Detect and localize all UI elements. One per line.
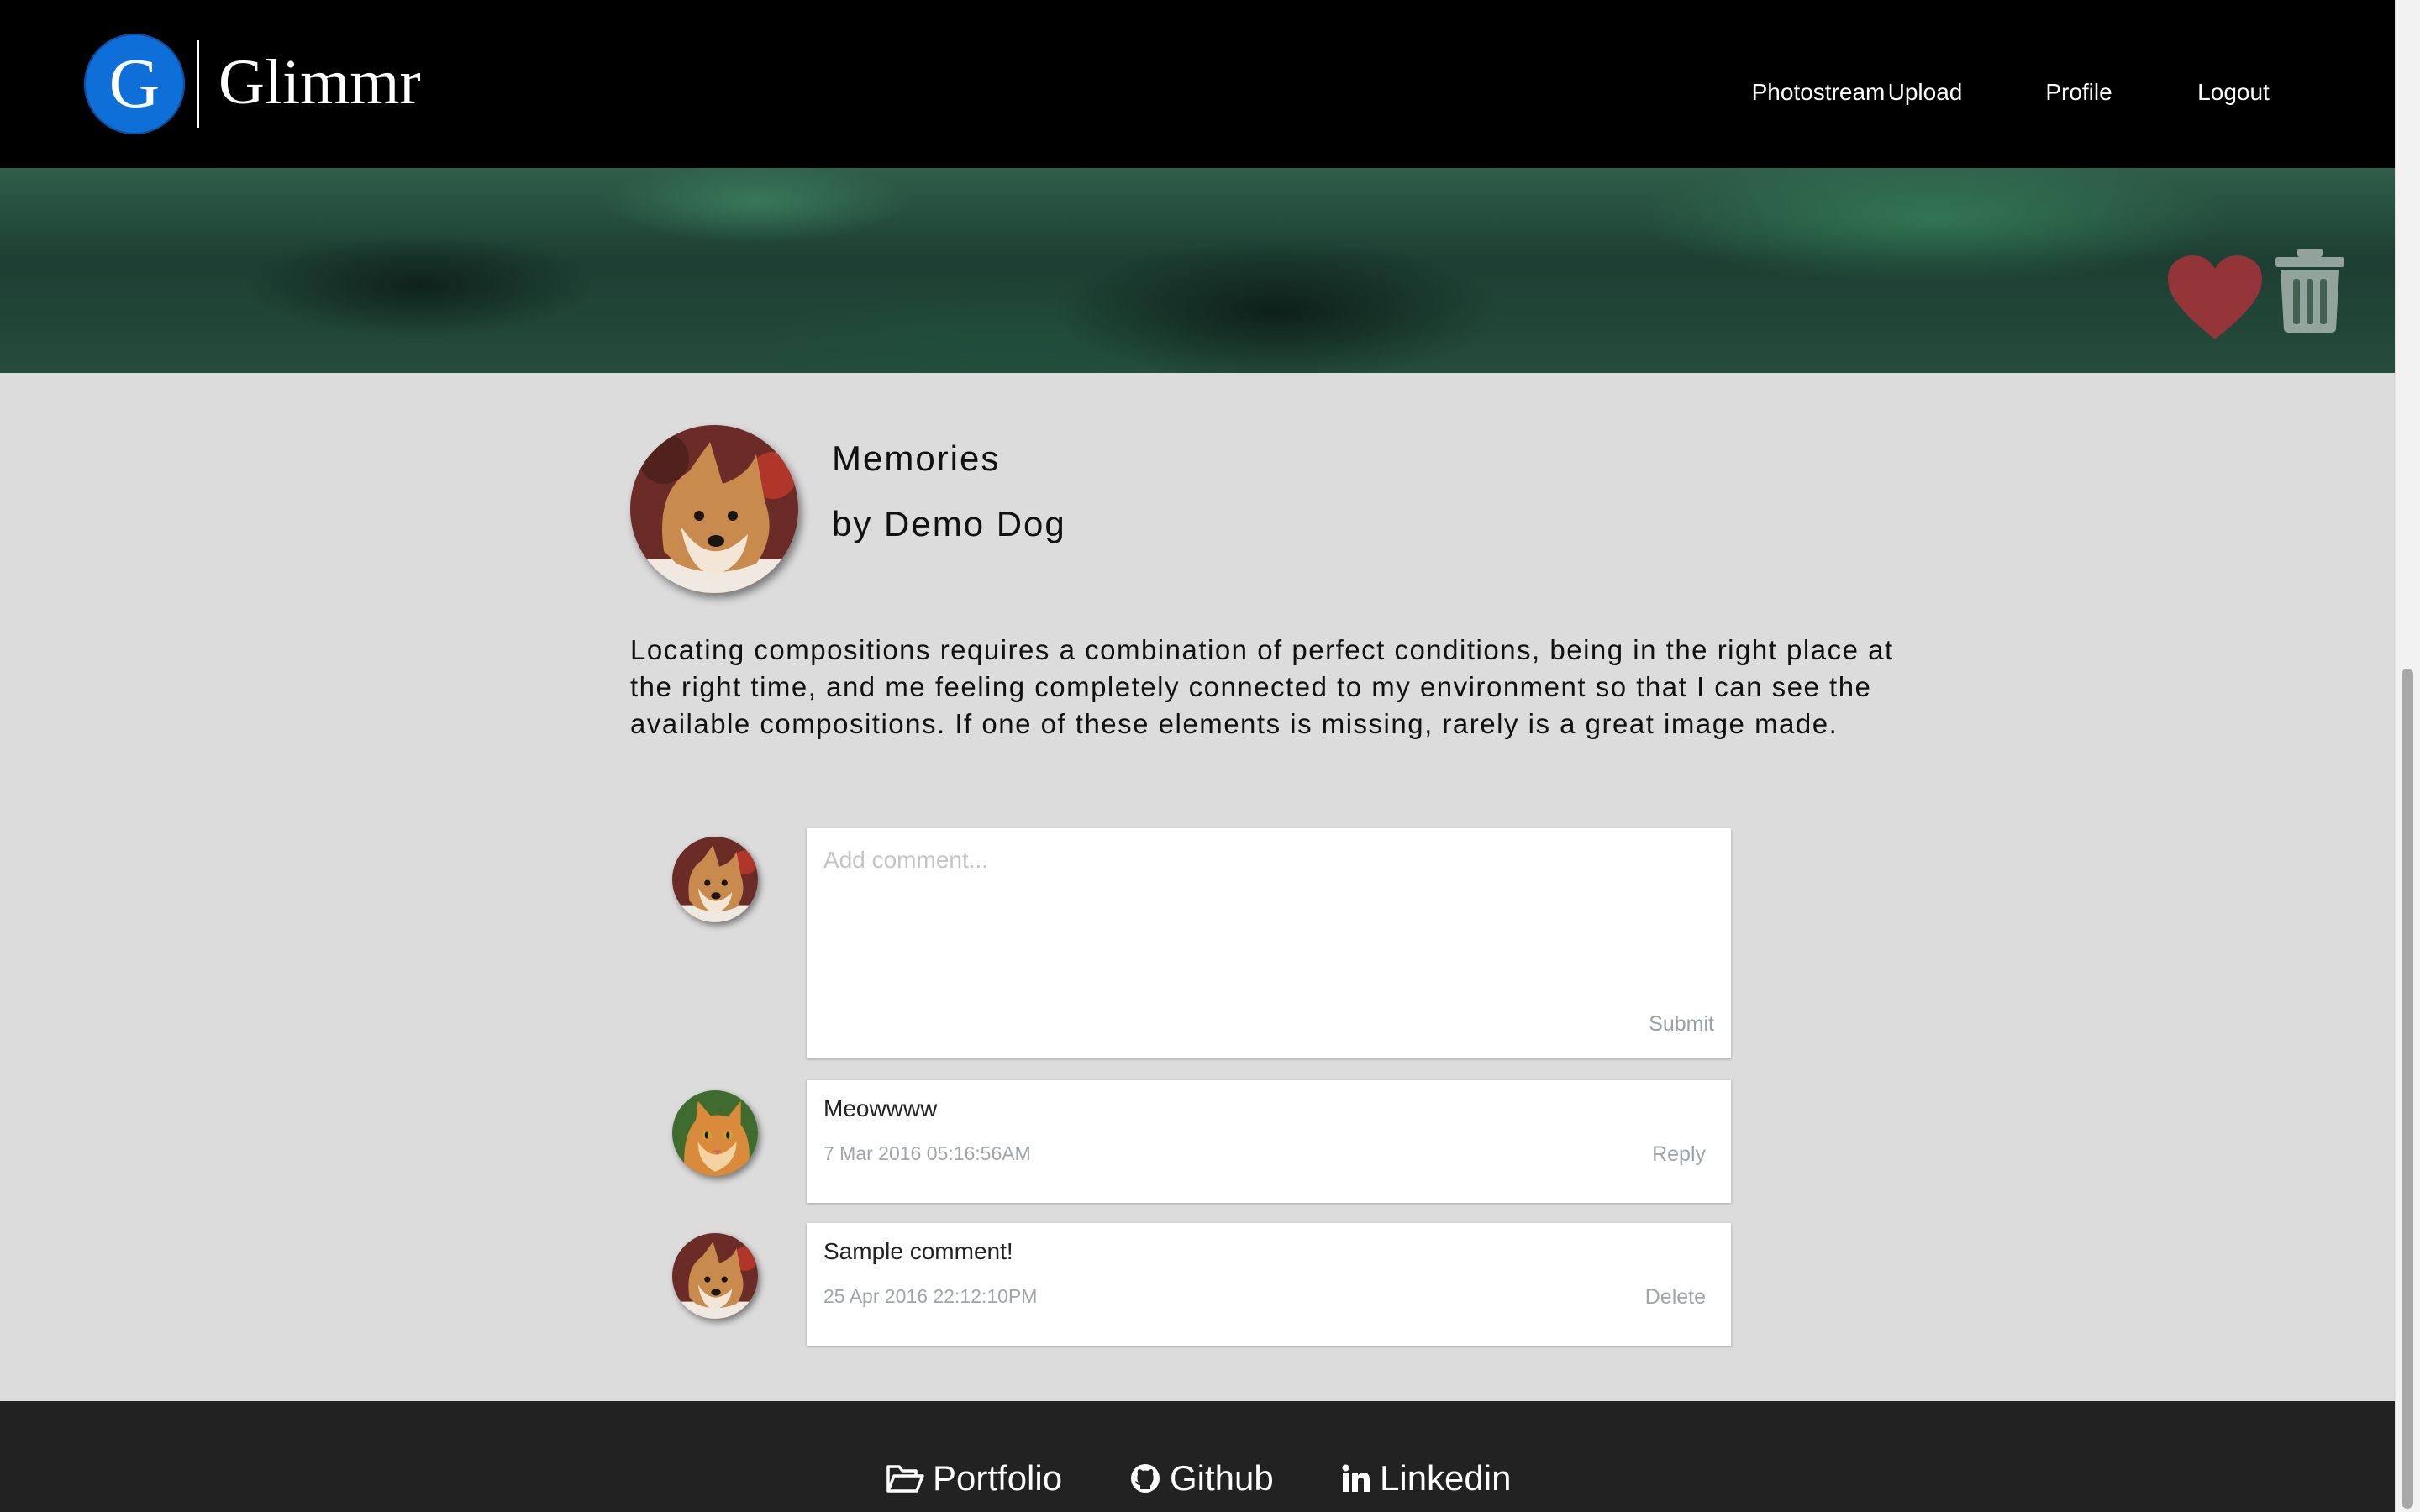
photo-title: Memories — [832, 438, 1001, 478]
commenter-avatar[interactable] — [672, 1233, 758, 1319]
footer-link-linkedin[interactable]: Linkedin — [1341, 1458, 1511, 1499]
photo-author[interactable]: by Demo Dog — [832, 504, 1066, 544]
footer: Portfolio Github Linkedin — [0, 1401, 2395, 1512]
nav-logout[interactable]: Logout — [2197, 79, 2270, 106]
commenter-avatar[interactable] — [672, 1090, 758, 1176]
comment-input[interactable] — [807, 828, 1731, 1058]
comment-item: Meowwww 7 Mar 2016 05:16:56AM Reply — [807, 1080, 1731, 1203]
comment-timestamp: 7 Mar 2016 05:16:56AM — [823, 1142, 1031, 1164]
footer-link-portfolio[interactable]: Portfolio — [886, 1458, 1062, 1499]
scrollbar-thumb[interactable] — [2402, 669, 2413, 1509]
heart-icon[interactable] — [2165, 252, 2265, 344]
footer-link-label: Linkedin — [1380, 1458, 1512, 1498]
current-user-avatar — [672, 837, 758, 922]
photo-description: Locating compositions requires a combina… — [630, 634, 1894, 739]
logo-icon[interactable]: G — [84, 34, 185, 134]
github-icon — [1131, 1464, 1160, 1493]
submit-button[interactable]: Submit — [1649, 1012, 1714, 1037]
logo-divider — [197, 40, 199, 128]
nav-photostream[interactable]: Photostream — [1752, 79, 1886, 106]
footer-link-label: Github — [1170, 1458, 1274, 1498]
nav-upload[interactable]: Upload — [1888, 79, 1963, 106]
comment-timestamp: 25 Apr 2016 22:12:10PM — [823, 1285, 1038, 1307]
comment-item: Sample comment! 25 Apr 2016 22:12:10PM D… — [807, 1223, 1731, 1346]
reply-button[interactable]: Reply — [1652, 1142, 1706, 1167]
brand-name[interactable]: Glimmr — [218, 42, 421, 123]
nav-profile[interactable]: Profile — [2045, 79, 2112, 106]
linkedin-icon — [1342, 1464, 1370, 1492]
author-avatar[interactable] — [630, 425, 798, 593]
comment-text: Sample comment! — [823, 1238, 1013, 1264]
trash-icon[interactable] — [2272, 247, 2348, 334]
delete-button[interactable]: Delete — [1645, 1285, 1706, 1310]
comment-form: Submit — [807, 828, 1731, 1058]
footer-link-github[interactable]: Github — [1129, 1458, 1274, 1499]
page: G Glimmr Photostream Upload Profile Logo… — [0, 0, 2420, 1512]
hero-photo — [0, 168, 2395, 373]
folder-open-icon — [886, 1465, 924, 1493]
footer-link-label: Portfolio — [933, 1458, 1063, 1498]
top-navbar: G Glimmr Photostream Upload Profile Logo… — [0, 0, 2395, 168]
comment-text: Meowwww — [823, 1095, 938, 1121]
